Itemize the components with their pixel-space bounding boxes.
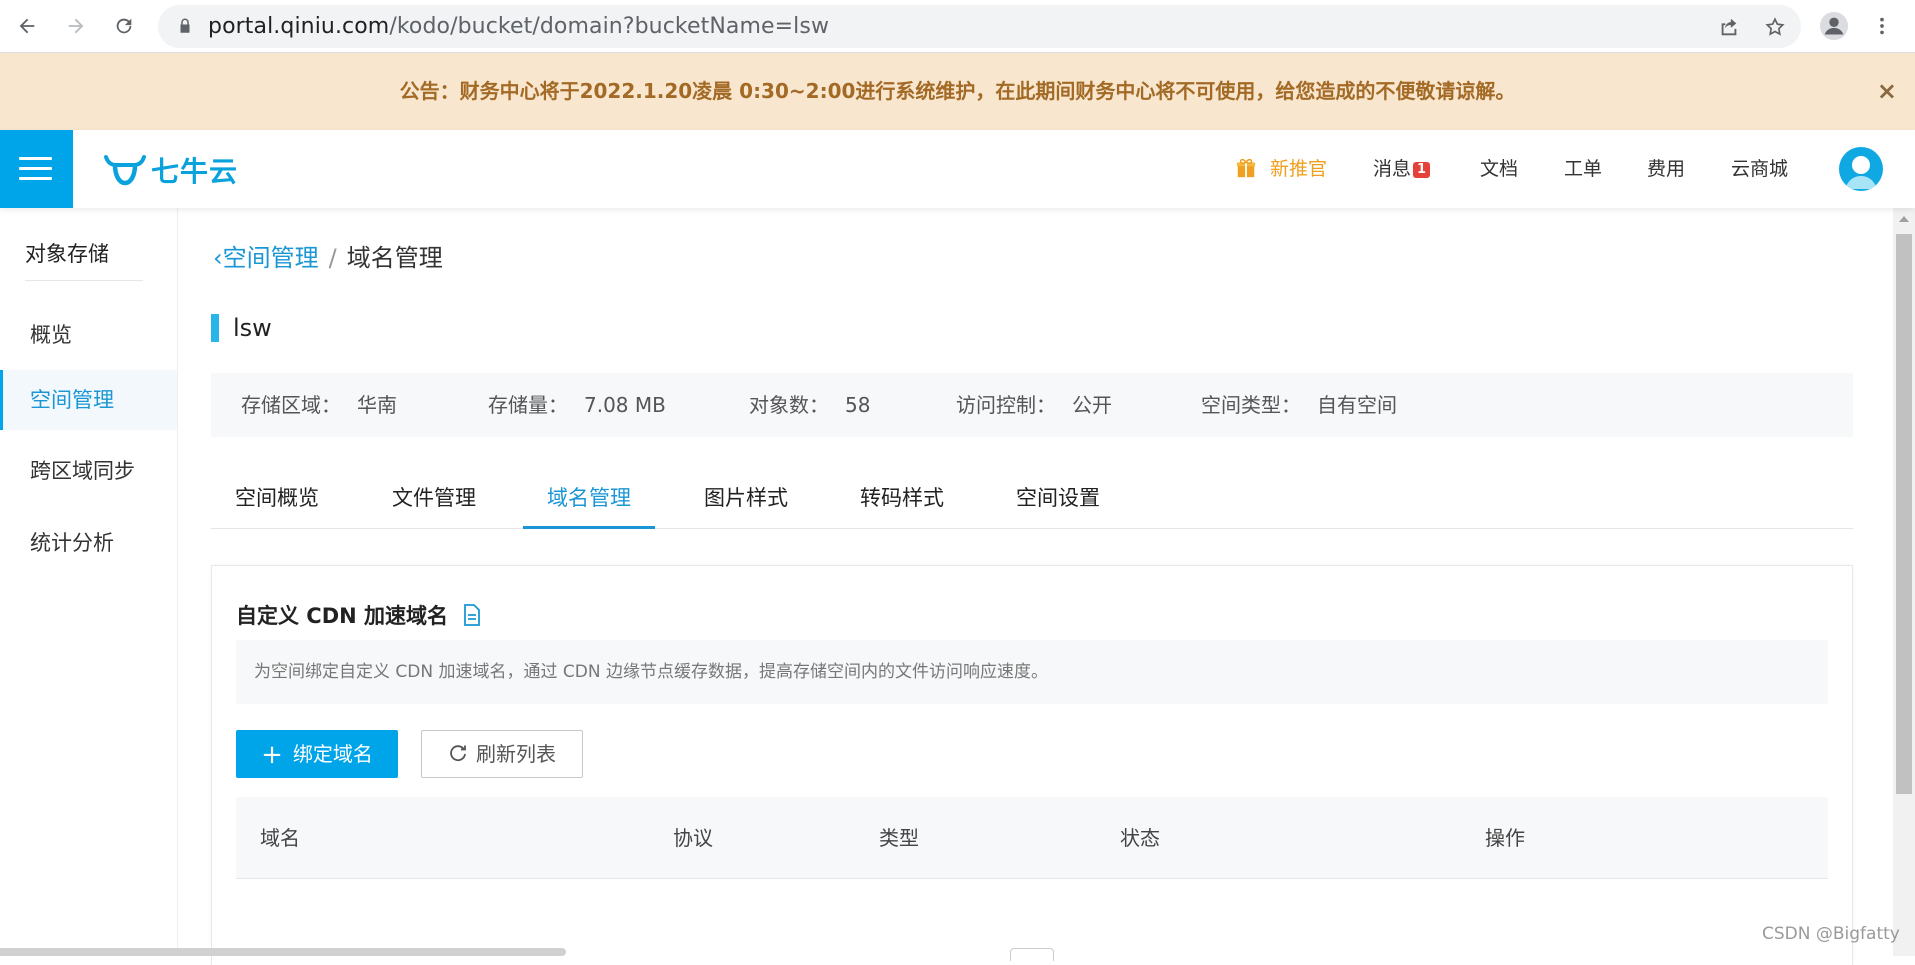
breadcrumb-current: 域名管理 [346,244,443,272]
bucket-info-strip: 存储区域： 华南 存储量： 7.08 MB 对象数： 58 访问控制： 公开 空间类型：… [211,373,1853,437]
messages-label: 消息 [1373,158,1412,180]
user-avatar-icon [1845,156,1877,189]
messages-badge: 1 [1413,162,1431,178]
docs-link[interactable]: 文档 [1480,130,1518,208]
tab-domain-management[interactable]: 域名管理 [523,470,655,529]
forward-arrow-icon[interactable] [60,10,92,42]
chevron-left-icon: ‹ [213,244,223,272]
promo-link[interactable]: 新推官 [1270,130,1327,208]
tab-file-management[interactable]: 文件管理 [368,470,500,526]
watermark: CSDN @Bigfatty [1762,924,1900,944]
info-storage: 存储量： 7.08 MB [488,393,666,417]
qiniu-logo[interactable]: 七牛云 [103,150,238,190]
messages-link[interactable]: 消息 1 [1373,130,1431,208]
bind-domain-label: 绑定域名 [292,742,373,766]
more-vert-icon[interactable] [1866,10,1898,42]
billing-link[interactable]: 费用 [1647,130,1685,208]
close-icon[interactable]: × [1877,79,1897,103]
breadcrumb-back-link[interactable]: ‹空间管理 [213,244,319,272]
breadcrumb-separator: / [328,244,337,272]
reload-icon[interactable] [108,10,140,42]
cdn-domain-panel: 自定义 CDN 加速域名 为空间绑定自定义 CDN 加速域名，通过 CDN 边缘… [211,565,1853,965]
address-bar[interactable]: portal.qiniu.com/kodo/bucket/domain?buck… [158,5,1801,48]
sidebar-item-cross-region-sync[interactable]: 跨区域同步 [0,441,177,501]
share-icon[interactable] [1718,16,1740,38]
title-accent-bar [211,314,219,342]
sidebar: 对象存储 概览 空间管理 跨区域同步 统计分析 [0,208,178,956]
column-domain: 域名 [260,826,300,850]
sidebar-item-statistics[interactable]: 统计分析 [0,513,177,573]
top-navigation: 七牛云 新推官 消息 1 文档 工单 费用 云商城 [0,130,1915,208]
column-protocol: 协议 [673,826,713,850]
column-status: 状态 [1120,826,1160,850]
tab-transcode-styles[interactable]: 转码样式 [836,470,968,526]
bucket-title: lsw [211,314,272,342]
url-text[interactable]: portal.qiniu.com/kodo/bucket/domain?buck… [208,5,829,48]
sidebar-title: 对象存储 [25,242,109,266]
refresh-icon [450,745,466,762]
panel-hint: 为空间绑定自定义 CDN 加速域名，通过 CDN 边缘节点缓存数据，提高存储空间… [236,640,1828,704]
breadcrumb: ‹空间管理 / 域名管理 [213,238,443,273]
info-type: 空间类型： 自有空间 [1201,393,1397,417]
announcement-text: 公告：财务中心将于2022.1.20凌晨 0:30~2:00进行系统维护，在此期… [399,79,1516,103]
user-avatar[interactable] [1839,147,1883,191]
document-icon[interactable] [462,604,482,626]
marketplace-link[interactable]: 云商城 [1731,130,1788,208]
logo-text: 七牛云 [151,155,239,188]
breadcrumb-back-label: 空间管理 [222,244,319,272]
scroll-up-arrow-icon[interactable] [1899,216,1909,222]
vertical-scrollbar[interactable] [1893,208,1915,956]
sidebar-divider [25,280,143,281]
tab-bucket-settings[interactable]: 空间设置 [992,470,1124,526]
bucket-name: lsw [233,314,272,342]
bind-domain-button[interactable]: + 绑定域名 [236,730,398,778]
plus-icon: + [261,740,283,770]
main-content: ‹空间管理 / 域名管理 lsw 存储区域： 华南 存储量： 7.08 MB 对象数： 5… [178,208,1893,965]
info-region: 存储区域： 华南 [241,393,397,417]
browser-toolbar: portal.qiniu.com/kodo/bucket/domain?buck… [0,0,1915,53]
profile-icon[interactable] [1818,10,1850,42]
sidebar-item-overview[interactable]: 概览 [0,305,177,365]
gift-icon[interactable] [1235,157,1257,179]
bull-logo-icon [104,155,146,186]
back-arrow-icon[interactable] [11,10,43,42]
tab-bucket-overview[interactable]: 空间概览 [211,470,343,526]
column-type: 类型 [879,826,919,850]
panel-title: 自定义 CDN 加速域名 [236,600,482,630]
domain-table-header: 域名 协议 类型 状态 操作 [236,797,1828,879]
horizontal-scrollbar[interactable] [0,948,566,956]
sidebar-item-bucket-management[interactable]: 空间管理 [0,370,177,430]
tab-image-styles[interactable]: 图片样式 [680,470,812,526]
bucket-tabs: 空间概览 文件管理 域名管理 图片样式 转码样式 空间设置 [211,470,1853,529]
refresh-list-button[interactable]: 刷新列表 [421,730,583,778]
scrollbar-thumb[interactable] [1896,234,1912,794]
info-objects: 对象数： 58 [749,393,871,417]
refresh-list-label: 刷新列表 [476,742,556,766]
menu-icon[interactable] [0,130,73,208]
star-icon[interactable] [1764,16,1786,38]
column-actions: 操作 [1485,826,1525,850]
panel-title-text: 自定义 CDN 加速域名 [236,604,449,628]
pagination-fragment[interactable] [1010,948,1054,961]
announcement-banner: 公告：财务中心将于2022.1.20凌晨 0:30~2:00进行系统维护，在此期… [0,53,1915,130]
info-access: 访问控制： 公开 [956,393,1112,417]
lock-icon[interactable] [176,17,194,35]
tickets-link[interactable]: 工单 [1564,130,1602,208]
